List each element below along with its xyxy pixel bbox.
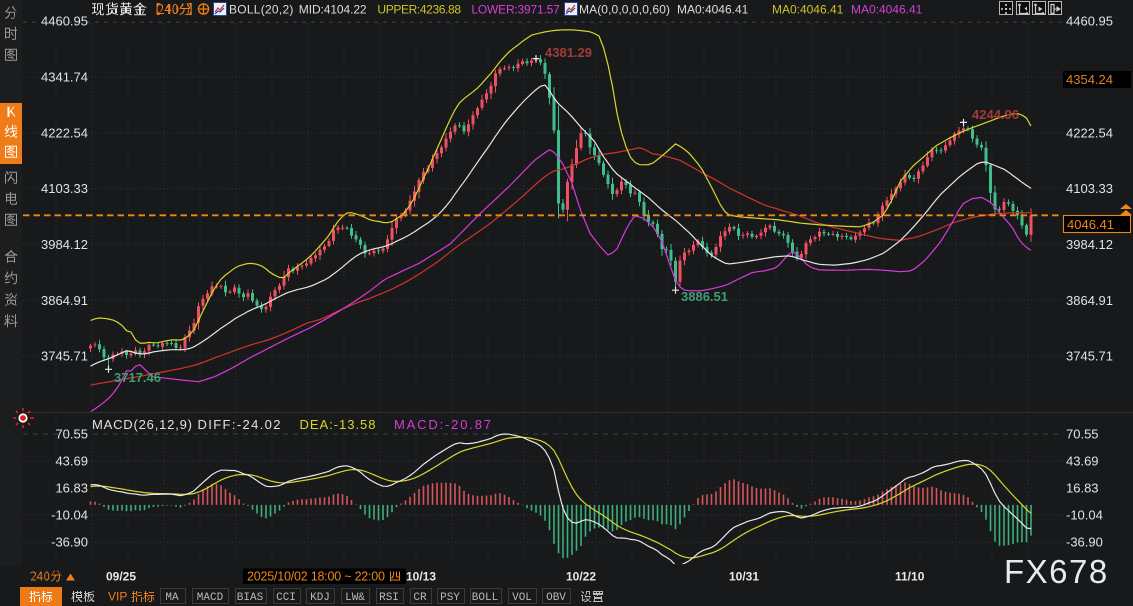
svg-text:MA0:4046.41: MA0:4046.41 (677, 3, 749, 17)
svg-text:MACD(26,12,9): MACD(26,12,9) (92, 417, 192, 432)
svg-text:-36.90: -36.90 (1066, 535, 1103, 550)
svg-text:3864.91: 3864.91 (1066, 293, 1113, 308)
svg-text:OBV: OBV (546, 592, 566, 604)
svg-text:DIFF:-24.02: DIFF:-24.02 (198, 417, 281, 432)
svg-text:-10.04: -10.04 (51, 508, 88, 523)
svg-text:3745.71: 3745.71 (1066, 349, 1113, 364)
svg-text:CR: CR (413, 592, 427, 604)
svg-text:-36.90: -36.90 (51, 535, 88, 550)
svg-text:KDJ: KDJ (310, 592, 330, 604)
svg-text:3745.71: 3745.71 (41, 349, 88, 364)
svg-text:10/13: 10/13 (406, 570, 436, 584)
svg-text:VOL: VOL (512, 592, 532, 604)
svg-text:PSY: PSY (440, 592, 460, 604)
svg-text:4222.54: 4222.54 (41, 125, 88, 140)
svg-text:4354.24: 4354.24 (1066, 72, 1113, 87)
svg-text:16.83: 16.83 (1066, 481, 1099, 496)
svg-text:3864.91: 3864.91 (41, 293, 88, 308)
svg-text:10/31: 10/31 (729, 570, 759, 584)
svg-text:4103.33: 4103.33 (41, 181, 88, 196)
svg-text:70.55: 70.55 (1066, 427, 1099, 442)
svg-text:2025/10/02 18:00 ~ 22:00: 2025/10/02 18:00 ~ 22:00 (247, 570, 385, 584)
svg-text:MID:4104.22: MID:4104.22 (299, 3, 367, 17)
svg-text:CCI: CCI (276, 592, 296, 604)
svg-text:RSI: RSI (379, 592, 399, 604)
svg-text:BIAS: BIAS (237, 592, 264, 604)
svg-text:MACD: MACD (197, 592, 224, 604)
svg-text:-10.04: -10.04 (1066, 508, 1103, 523)
svg-text:UPPER:4236.88: UPPER:4236.88 (377, 3, 461, 17)
svg-text:3984.12: 3984.12 (1066, 237, 1113, 252)
svg-text:4103.33: 4103.33 (1066, 181, 1113, 196)
svg-text:11/10: 11/10 (895, 570, 925, 584)
svg-text:BOLL(20,2): BOLL(20,2) (229, 3, 293, 17)
svg-text:43.69: 43.69 (55, 454, 88, 469)
svg-text:LOWER:3971.57: LOWER:3971.57 (471, 3, 560, 17)
svg-text:70.55: 70.55 (55, 427, 88, 442)
svg-text:MA0:4046.41: MA0:4046.41 (851, 3, 923, 17)
svg-text:4244.96: 4244.96 (972, 107, 1019, 122)
svg-text:4222.54: 4222.54 (1066, 125, 1113, 140)
svg-text:4341.74: 4341.74 (41, 70, 88, 85)
svg-text:BOLL: BOLL (472, 592, 498, 604)
svg-text:3984.12: 3984.12 (41, 237, 88, 252)
svg-text:MA(0,0,0,0,0,60): MA(0,0,0,0,0,60) (579, 3, 670, 17)
svg-text:LW&: LW& (345, 592, 365, 604)
svg-text:DEA:-13.58: DEA:-13.58 (300, 417, 376, 432)
svg-text:MACD:-20.87: MACD:-20.87 (394, 417, 491, 432)
svg-text:4046.41: 4046.41 (1067, 217, 1114, 232)
svg-text:4381.29: 4381.29 (545, 45, 592, 60)
svg-text:10/22: 10/22 (566, 570, 596, 584)
svg-text:09/25: 09/25 (106, 570, 136, 584)
svg-text:MA: MA (165, 592, 179, 604)
svg-text:MA0:4046.41: MA0:4046.41 (772, 3, 844, 17)
svg-text:VIP: VIP (108, 590, 127, 604)
svg-text:16.83: 16.83 (55, 481, 88, 496)
svg-text:3717.46: 3717.46 (114, 370, 161, 385)
svg-text:43.69: 43.69 (1066, 454, 1099, 469)
svg-text:3886.51: 3886.51 (681, 289, 728, 304)
